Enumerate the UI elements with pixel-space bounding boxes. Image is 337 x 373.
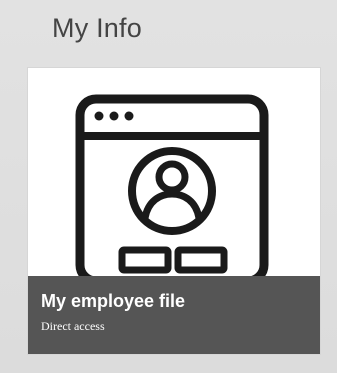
tile-title: My employee file <box>41 291 186 311</box>
my-info-panel: My Info My employee file Direct access <box>0 0 337 373</box>
my-employee-file-tile[interactable]: My employee file Direct access <box>28 68 320 354</box>
tile-subtitle: Direct access <box>41 319 105 333</box>
tile-footer: My employee file Direct access <box>28 276 320 354</box>
section-title: My Info <box>52 13 142 43</box>
employee-profile-window-icon <box>75 94 269 282</box>
